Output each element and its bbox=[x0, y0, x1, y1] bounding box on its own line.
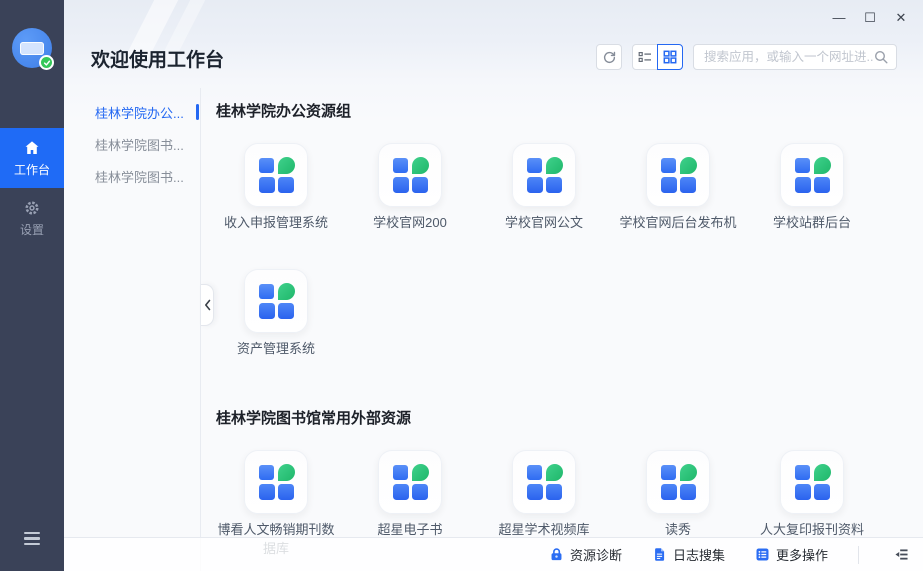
app-shortcut[interactable]: 学校官网公文 bbox=[477, 143, 611, 269]
search-box bbox=[693, 44, 897, 70]
close-button[interactable]: ✕ bbox=[893, 9, 909, 25]
app-grid-leaf-icon bbox=[660, 464, 697, 501]
document-icon bbox=[652, 547, 667, 562]
app-tile[interactable] bbox=[646, 450, 710, 514]
app-label: 资产管理系统 bbox=[237, 340, 315, 359]
app-label: 学校官网后台发布机 bbox=[619, 214, 736, 233]
more-actions-button[interactable]: 更多操作 bbox=[755, 545, 828, 564]
category-item[interactable]: 桂林学院图书... bbox=[64, 128, 200, 160]
refresh-button[interactable] bbox=[596, 44, 622, 70]
collapse-list-icon bbox=[893, 546, 910, 563]
gear-icon bbox=[23, 199, 41, 217]
category-panel: 桂林学院办公... 桂林学院图书... 桂林学院图书... bbox=[64, 88, 201, 571]
online-status-badge bbox=[39, 55, 54, 70]
list-view-button[interactable] bbox=[632, 44, 658, 70]
app-tile[interactable] bbox=[780, 143, 844, 207]
check-icon bbox=[43, 59, 51, 67]
app-grid-leaf-icon bbox=[660, 157, 697, 194]
collapse-to-tray-button[interactable] bbox=[889, 543, 913, 567]
search-icon[interactable] bbox=[874, 50, 888, 64]
grid-view-icon bbox=[663, 50, 677, 64]
home-icon bbox=[23, 139, 41, 157]
list-menu-icon bbox=[755, 547, 770, 562]
app-grid-leaf-icon bbox=[258, 283, 295, 320]
toolbar bbox=[596, 44, 897, 70]
sidebar-item-workspace[interactable]: 工作台 bbox=[0, 128, 64, 188]
category-item[interactable]: 桂林学院办公... bbox=[64, 96, 200, 128]
minimize-button[interactable]: — bbox=[831, 9, 847, 25]
user-avatar[interactable] bbox=[12, 28, 52, 68]
app-tile[interactable] bbox=[780, 450, 844, 514]
sidebar-nav: 工作台 设置 bbox=[0, 128, 64, 248]
app-label: 学校官网公文 bbox=[505, 214, 583, 233]
workspace-window: 工作台 设置 — ☐ ✕ 欢迎使用工作台 bbox=[0, 0, 923, 571]
app-tile[interactable] bbox=[244, 143, 308, 207]
category-item[interactable]: 桂林学院图书... bbox=[64, 160, 200, 192]
content-area: — ☐ ✕ 欢迎使用工作台 bbox=[64, 0, 923, 571]
resource-diagnose-button[interactable]: 资源诊断 bbox=[549, 545, 622, 564]
app-grid-leaf-icon bbox=[526, 157, 563, 194]
app-shortcut[interactable]: 学校站群后台 bbox=[745, 143, 879, 269]
lock-icon bbox=[549, 547, 564, 562]
sidebar-item-settings[interactable]: 设置 bbox=[0, 188, 64, 248]
search-input[interactable] bbox=[704, 50, 874, 64]
app-grid-leaf-icon bbox=[258, 464, 295, 501]
bar-item-label: 更多操作 bbox=[776, 545, 828, 564]
app-grid-leaf-icon bbox=[392, 157, 429, 194]
app-grid-leaf-icon bbox=[392, 464, 429, 501]
app-label: 收入申报管理系统 bbox=[224, 214, 328, 233]
bar-item-label: 日志搜集 bbox=[673, 545, 725, 564]
bar-item-label: 资源诊断 bbox=[570, 545, 622, 564]
app-grid-leaf-icon bbox=[794, 464, 831, 501]
app-grid: 收入申报管理系统 学校官网200 学校官网公文 学校官网后台发布机 bbox=[209, 143, 923, 395]
sidebar-item-label: 设置 bbox=[20, 221, 44, 238]
menu-hamburger-icon[interactable] bbox=[20, 528, 44, 549]
bottom-action-bar: 资源诊断 日志搜集 bbox=[64, 537, 923, 571]
app-tile[interactable] bbox=[512, 143, 576, 207]
sidebar: 工作台 设置 bbox=[0, 0, 64, 571]
group-title: 桂林学院图书馆常用外部资源 bbox=[216, 407, 923, 428]
app-tile[interactable] bbox=[646, 143, 710, 207]
maximize-button[interactable]: ☐ bbox=[862, 9, 878, 25]
app-shortcut[interactable]: 学校官网后台发布机 bbox=[611, 143, 745, 269]
app-grid-leaf-icon bbox=[794, 157, 831, 194]
workspace-body: 桂林学院办公... 桂林学院图书... 桂林学院图书... 桂林学院办公资源组 … bbox=[64, 88, 923, 571]
grid-view-button[interactable] bbox=[657, 44, 683, 70]
app-tile[interactable] bbox=[378, 450, 442, 514]
app-label: 学校官网200 bbox=[373, 214, 447, 233]
app-tile[interactable] bbox=[244, 269, 308, 333]
collapse-panel-handle[interactable] bbox=[201, 284, 214, 326]
window-controls: — ☐ ✕ bbox=[831, 9, 909, 25]
list-view-icon bbox=[638, 50, 652, 64]
page-title: 欢迎使用工作台 bbox=[91, 45, 224, 72]
app-tile[interactable] bbox=[244, 450, 308, 514]
app-shortcut[interactable]: 资产管理系统 bbox=[209, 269, 343, 395]
group-title: 桂林学院办公资源组 bbox=[216, 100, 923, 121]
app-grid-area: 桂林学院办公资源组 收入申报管理系统 学校官网200 学校官网公文 bbox=[202, 88, 923, 571]
app-grid-leaf-icon bbox=[526, 464, 563, 501]
app-label: 学校站群后台 bbox=[773, 214, 851, 233]
log-collect-button[interactable]: 日志搜集 bbox=[652, 545, 725, 564]
app-shortcut[interactable]: 学校官网200 bbox=[343, 143, 477, 269]
chevron-left-icon bbox=[203, 298, 212, 312]
app-tile[interactable] bbox=[378, 143, 442, 207]
refresh-icon bbox=[602, 50, 617, 65]
bar-divider bbox=[858, 546, 859, 564]
app-grid-leaf-icon bbox=[258, 157, 295, 194]
sidebar-item-label: 工作台 bbox=[14, 161, 50, 178]
app-shortcut[interactable]: 收入申报管理系统 bbox=[209, 143, 343, 269]
app-tile[interactable] bbox=[512, 450, 576, 514]
view-mode-toggle bbox=[632, 44, 683, 70]
